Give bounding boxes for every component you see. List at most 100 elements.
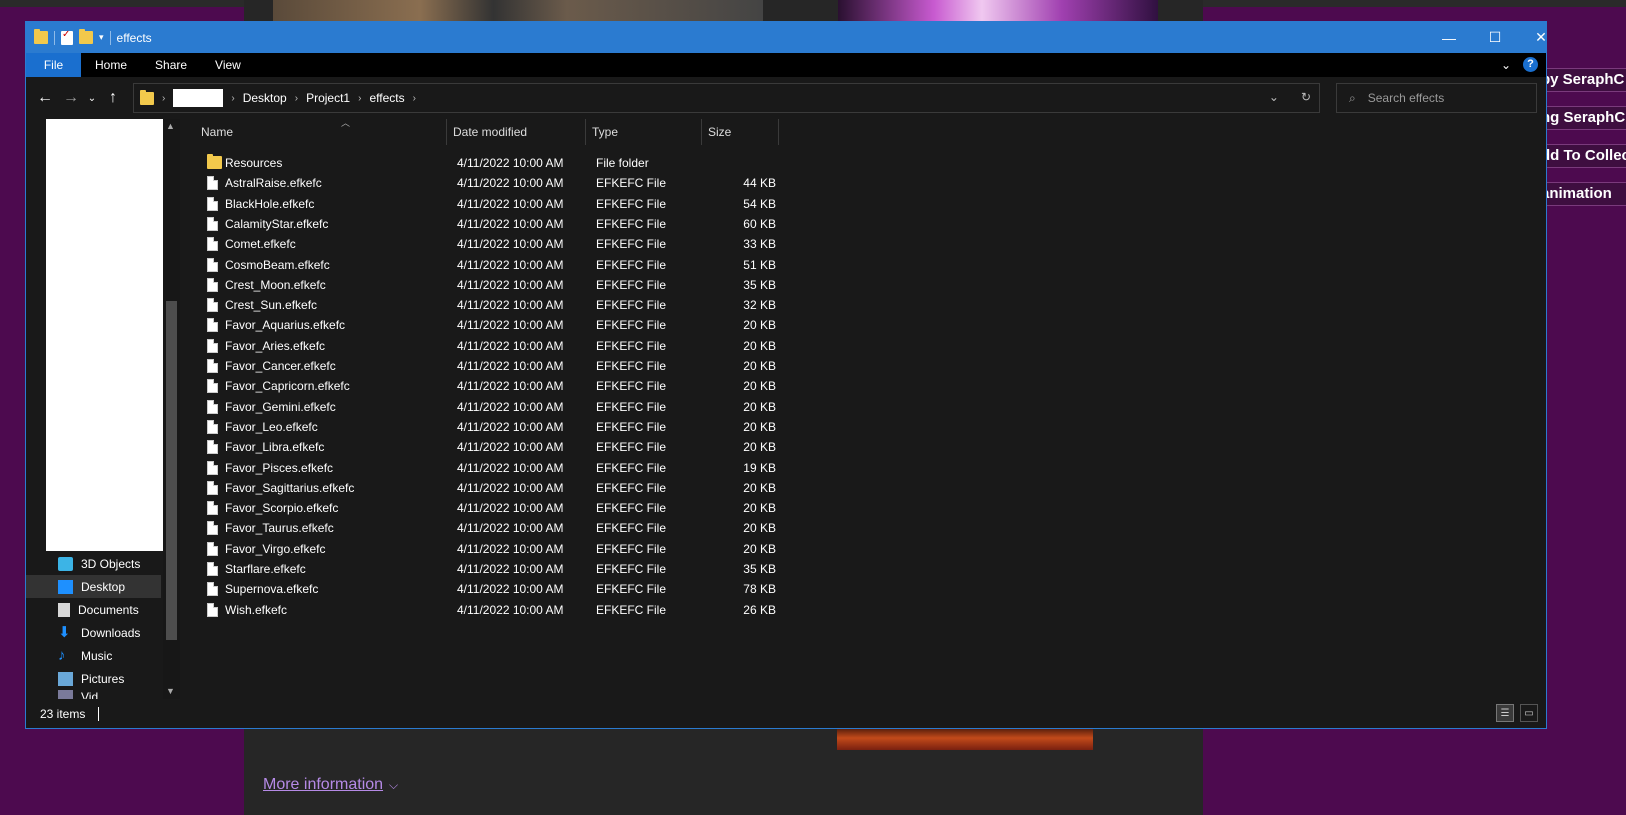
table-row[interactable]: Comet.efkefc 4/11/2022 10:00 AM EFKEFC Fil… — [181, 234, 781, 254]
chevron-right-icon: › — [358, 92, 362, 104]
close-button[interactable]: ✕ — [1518, 22, 1564, 53]
crumb-project1[interactable]: Project1 — [306, 91, 350, 105]
scrollbar-thumb[interactable] — [166, 301, 177, 640]
column-divider[interactable] — [585, 119, 586, 145]
file-type: EFKEFC File — [596, 440, 667, 455]
file-name: Starflare.efkefc — [225, 562, 306, 576]
table-row[interactable]: Resources 4/11/2022 10:00 AM File folder — [181, 153, 781, 173]
column-divider[interactable] — [701, 119, 702, 145]
minimize-button[interactable]: — — [1426, 22, 1472, 53]
file-size: 20 KB — [743, 480, 776, 495]
address-dropdown-icon[interactable]: ⌄ — [1269, 90, 1279, 104]
help-icon[interactable]: ? — [1523, 57, 1538, 72]
back-button[interactable]: ← — [32, 83, 58, 113]
file-icon — [207, 582, 218, 597]
nav-scrollbar[interactable]: ▲ ▼ — [163, 119, 180, 699]
file-type: EFKEFC File — [596, 602, 667, 617]
sidebar-item-label: 3D Objects — [81, 556, 141, 571]
properties-icon[interactable] — [61, 29, 73, 45]
file-type: EFKEFC File — [596, 216, 667, 231]
table-row[interactable]: Wish.efkefc 4/11/2022 10:00 AM EFKEFC File… — [181, 600, 781, 620]
more-information-link[interactable]: More information ⌵ — [263, 776, 398, 794]
sidebar-item-videos[interactable]: Vid — [26, 690, 161, 699]
column-divider[interactable] — [778, 119, 779, 145]
table-row[interactable]: Favor_Capricorn.efkefc 4/11/2022 10:00 AM… — [181, 376, 781, 396]
tab-file[interactable]: File — [26, 53, 81, 77]
table-row[interactable]: Favor_Aries.efkefc 4/11/2022 10:00 AM EFKE… — [181, 336, 781, 356]
tab-view[interactable]: View — [201, 53, 255, 77]
scroll-down-icon[interactable]: ▼ — [166, 686, 175, 696]
maximize-button[interactable]: ☐ — [1472, 22, 1518, 53]
tab-share[interactable]: Share — [141, 53, 201, 77]
file-icon — [207, 196, 218, 211]
sidebar-item-documents[interactable]: Documents — [26, 598, 161, 621]
file-size: 32 KB — [743, 298, 776, 313]
table-row[interactable]: Supernova.efkefc 4/11/2022 10:00 AM EFKEFC… — [181, 579, 781, 599]
sidebar-item-downloads[interactable]: ⬇ Downloads — [26, 621, 161, 644]
refresh-icon[interactable]: ↻ — [1301, 90, 1311, 104]
details-view-icon[interactable]: ☰ — [1496, 704, 1514, 722]
sidebar-item-music[interactable]: ♪ Music — [26, 644, 161, 667]
file-size: 20 KB — [743, 379, 776, 394]
column-divider[interactable] — [446, 119, 447, 145]
navigation-bar: ← → ⌄ ↑ › › Desktop › Project1 › effects… — [26, 77, 1546, 119]
title-bar[interactable]: ▾ effects — ☐ ✕ — [26, 22, 1547, 53]
table-row[interactable]: Favor_Taurus.efkefc 4/11/2022 10:00 AM EFK… — [181, 518, 781, 538]
scroll-up-icon[interactable]: ▲ — [166, 121, 175, 131]
file-icon — [207, 237, 218, 252]
table-row[interactable]: Crest_Moon.efkefc 4/11/2022 10:00 AM EFKEF… — [181, 275, 781, 295]
table-row[interactable]: Favor_Gemini.efkefc 4/11/2022 10:00 AM EFK… — [181, 397, 781, 417]
column-header-name[interactable]: Name ︿ — [201, 118, 446, 145]
recent-locations-button[interactable]: ⌄ — [84, 83, 100, 113]
divider — [109, 30, 111, 45]
table-row[interactable]: Crest_Sun.efkefc 4/11/2022 10:00 AM EFKEFC… — [181, 295, 781, 315]
file-date: 4/11/2022 10:00 AM — [457, 196, 564, 211]
expand-ribbon-icon[interactable]: ⌄ — [1501, 58, 1511, 72]
redacted-crumb[interactable] — [173, 89, 224, 107]
file-size: 20 KB — [743, 440, 776, 455]
search-box[interactable]: ⌕ Search effects — [1336, 83, 1537, 113]
file-icon — [207, 318, 218, 333]
column-header-type[interactable]: Type — [592, 119, 702, 145]
chevron-down-icon: ⌵ — [389, 778, 399, 792]
sidebar-item-label: Pictures — [81, 671, 125, 686]
forward-button[interactable]: → — [58, 83, 84, 113]
address-bar[interactable]: › › Desktop › Project1 › effects › ⌄ ↻ — [133, 83, 1320, 113]
sidebar-item-label: Documents — [78, 602, 139, 617]
table-row[interactable]: Favor_Cancer.efkefc 4/11/2022 10:00 AM EFK… — [181, 356, 781, 376]
large-icons-view-icon[interactable]: ▭ — [1520, 704, 1538, 722]
file-size: 20 KB — [743, 338, 776, 353]
column-header-date[interactable]: Date modified — [453, 119, 591, 145]
customize-toolbar-icon[interactable]: ▾ — [99, 32, 104, 43]
file-type: EFKEFC File — [596, 196, 667, 211]
up-button[interactable]: ↑ — [100, 83, 126, 113]
file-date: 4/11/2022 10:00 AM — [457, 480, 564, 495]
file-size: 20 KB — [743, 419, 776, 434]
sidebar-item-3d-objects[interactable]: 3D Objects — [26, 552, 161, 575]
videos-icon — [58, 690, 73, 699]
table-row[interactable]: CalamityStar.efkefc 4/11/2022 10:00 AM EFK… — [181, 214, 781, 234]
crumb-effects[interactable]: effects — [369, 91, 404, 105]
column-header-size[interactable]: Size — [708, 119, 778, 145]
table-row[interactable]: Favor_Sagittarius.efkefc 4/11/2022 10:00 … — [181, 478, 781, 498]
file-size: 20 KB — [743, 501, 776, 516]
sidebar-item-desktop[interactable]: Desktop — [26, 575, 161, 598]
file-name: Comet.efkefc — [225, 237, 296, 252]
table-row[interactable]: Favor_Pisces.efkefc 4/11/2022 10:00 AM EFK… — [181, 458, 781, 478]
file-name: CosmoBeam.efkefc — [225, 257, 330, 272]
table-row[interactable]: Favor_Virgo.efkefc 4/11/2022 10:00 AM EFKE… — [181, 539, 781, 559]
file-icon — [207, 338, 218, 353]
file-icon — [207, 501, 218, 516]
table-row[interactable]: Favor_Aquarius.efkefc 4/11/2022 10:00 AM E… — [181, 315, 781, 335]
table-row[interactable]: Favor_Scorpio.efkefc 4/11/2022 10:00 AM EF… — [181, 498, 781, 518]
table-row[interactable]: Starflare.efkefc 4/11/2022 10:00 AM EFKEFC… — [181, 559, 781, 579]
table-row[interactable]: Favor_Libra.efkefc 4/11/2022 10:00 AM EFKE… — [181, 437, 781, 457]
tab-home[interactable]: Home — [81, 53, 141, 77]
table-row[interactable]: Favor_Leo.efkefc 4/11/2022 10:00 AM EFKEFC… — [181, 417, 781, 437]
table-row[interactable]: BlackHole.efkefc 4/11/2022 10:00 AM EFKEFC… — [181, 194, 781, 214]
crumb-desktop[interactable]: Desktop — [243, 91, 287, 105]
table-row[interactable]: CosmoBeam.efkefc 4/11/2022 10:00 AM EFKEFC… — [181, 255, 781, 275]
sidebar-item-pictures[interactable]: Pictures — [26, 667, 161, 690]
table-row[interactable]: AstralRaise.efkefc 4/11/2022 10:00 AM EFKE… — [181, 173, 781, 193]
new-folder-icon[interactable] — [79, 29, 93, 44]
